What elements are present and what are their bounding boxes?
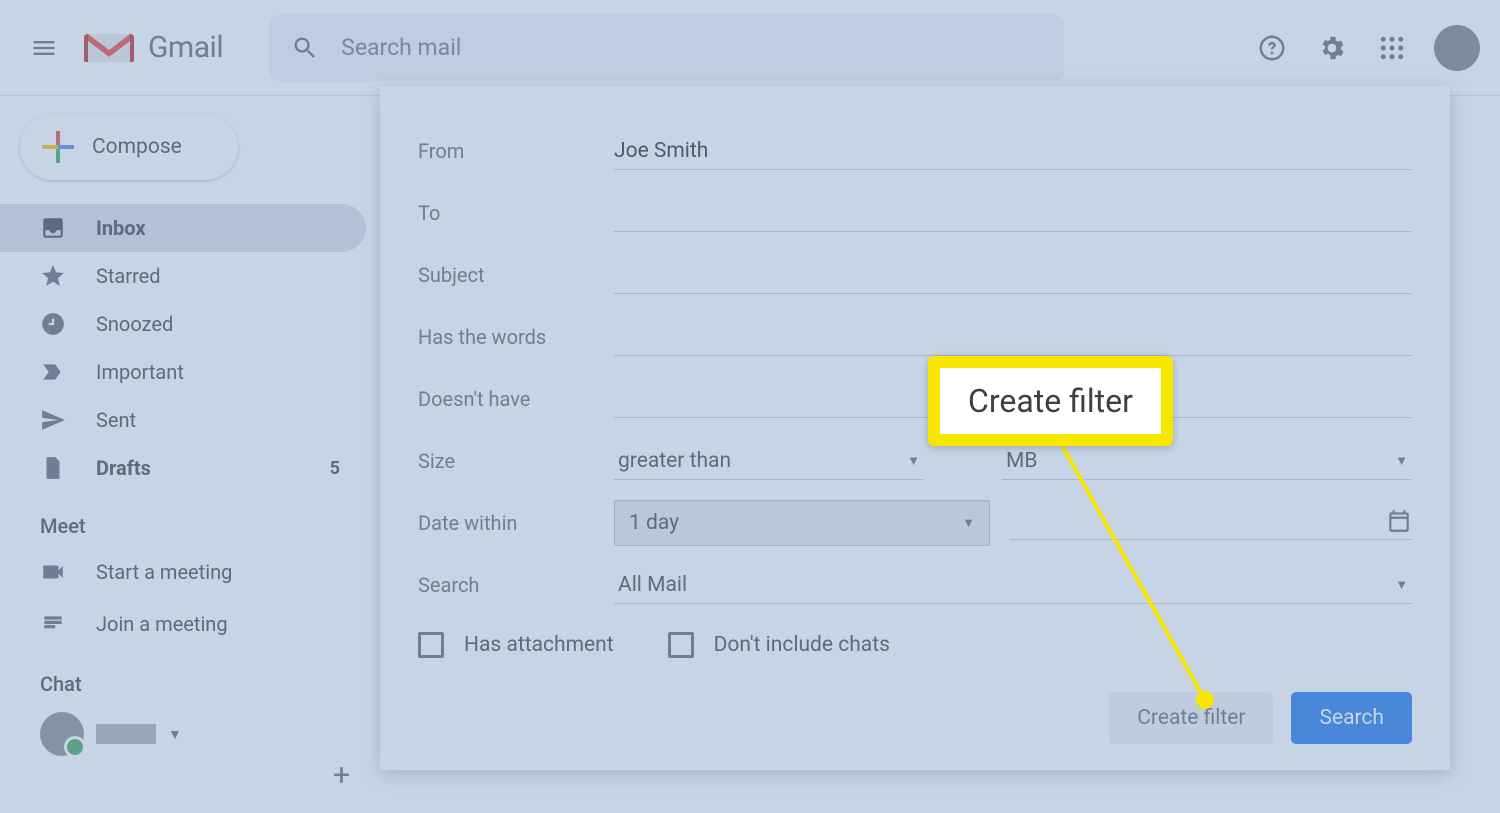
plus-icon xyxy=(42,131,74,163)
from-label: From xyxy=(418,139,594,163)
nav-snoozed[interactable]: Snoozed xyxy=(0,300,366,348)
help-button[interactable] xyxy=(1248,24,1296,72)
new-chat-button[interactable]: + xyxy=(333,758,350,793)
subject-input[interactable] xyxy=(614,257,1412,294)
nav-list: Inbox Starred Snoozed Important Sent Dra… xyxy=(0,204,380,492)
size-operator-select[interactable]: greater than▼ xyxy=(614,443,924,480)
checkbox-icon xyxy=(668,632,694,658)
search-input[interactable] xyxy=(341,34,1042,61)
search-icon xyxy=(291,34,319,62)
gmail-icon xyxy=(82,28,136,68)
chevron-down-icon: ▼ xyxy=(962,515,975,531)
advanced-search-panel: From To Subject Has the words Doesn't ha… xyxy=(380,86,1450,770)
chat-avatar xyxy=(40,712,84,756)
search-bar[interactable] xyxy=(269,15,1064,81)
main: From To Subject Has the words Doesn't ha… xyxy=(380,96,1500,813)
gmail-wordmark: Gmail xyxy=(148,30,223,65)
date-input[interactable] xyxy=(1010,506,1412,540)
nav-starred[interactable]: Starred xyxy=(0,252,366,300)
compose-label: Compose xyxy=(92,135,182,159)
has-attachment-checkbox[interactable]: Has attachment xyxy=(418,632,614,658)
to-label: To xyxy=(418,201,594,225)
search-scope-select[interactable]: All Mail▼ xyxy=(614,567,1412,604)
chevron-down-icon[interactable]: ▼ xyxy=(168,726,182,743)
from-input[interactable] xyxy=(614,133,1412,170)
meet-start[interactable]: Start a meeting xyxy=(0,546,366,598)
haswords-label: Has the words xyxy=(418,325,594,349)
nav-drafts[interactable]: Drafts5 xyxy=(0,444,366,492)
date-label: Date within xyxy=(418,511,594,535)
apps-button[interactable] xyxy=(1368,24,1416,72)
exclude-chats-checkbox[interactable]: Don't include chats xyxy=(668,632,890,658)
to-input[interactable] xyxy=(614,195,1412,232)
chevron-down-icon: ▼ xyxy=(1395,577,1408,593)
create-filter-button[interactable]: Create filter xyxy=(1109,692,1273,744)
nav-sent[interactable]: Sent xyxy=(0,396,366,444)
annotation-callout: Create filter xyxy=(928,356,1173,446)
sidebar: Compose Inbox Starred Snoozed Important … xyxy=(0,96,380,813)
meet-header: Meet xyxy=(0,492,380,546)
nothave-label: Doesn't have xyxy=(418,387,594,411)
compose-button[interactable]: Compose xyxy=(20,114,238,180)
size-label: Size xyxy=(418,449,594,473)
header: Gmail xyxy=(0,0,1500,96)
chat-username xyxy=(96,724,156,744)
search-button[interactable]: Search xyxy=(1291,692,1412,744)
meet-join[interactable]: Join a meeting xyxy=(0,598,366,650)
nav-inbox[interactable]: Inbox xyxy=(0,204,366,252)
calendar-icon xyxy=(1386,508,1412,534)
settings-button[interactable] xyxy=(1308,24,1356,72)
checkbox-icon xyxy=(418,632,444,658)
chat-user[interactable]: ▼ xyxy=(0,712,380,756)
gmail-logo[interactable]: Gmail xyxy=(82,28,223,68)
searchscope-label: Search xyxy=(418,573,594,597)
nav-important[interactable]: Important xyxy=(0,348,366,396)
size-unit-select[interactable]: MB▼ xyxy=(1002,443,1412,480)
drafts-count: 5 xyxy=(330,458,340,479)
account-avatar[interactable] xyxy=(1434,25,1480,71)
chevron-down-icon: ▼ xyxy=(907,453,920,469)
subject-label: Subject xyxy=(418,263,594,287)
date-range-select[interactable]: 1 day▼ xyxy=(614,500,990,546)
chevron-down-icon: ▼ xyxy=(1395,453,1408,469)
haswords-input[interactable] xyxy=(614,319,1412,356)
chat-header: Chat xyxy=(0,650,380,704)
menu-button[interactable] xyxy=(20,24,68,72)
